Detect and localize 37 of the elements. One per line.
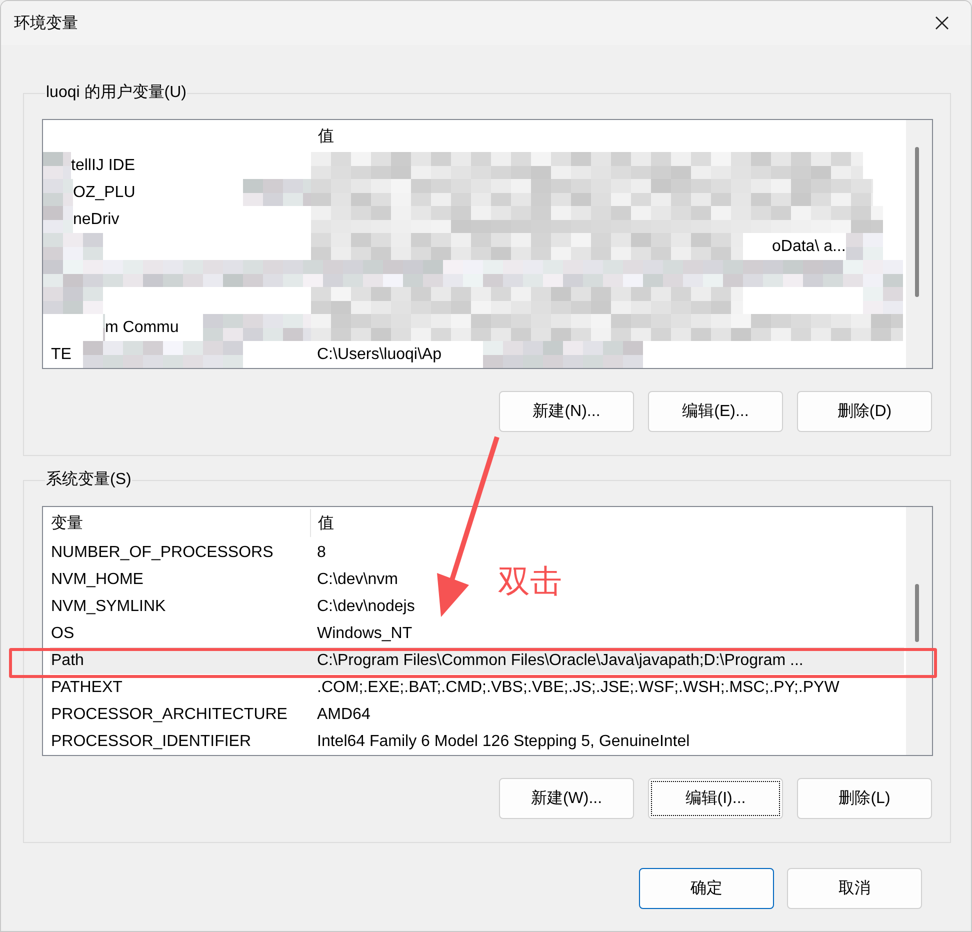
- table-cell[interactable]: PROCESSOR_IDENTIFIER: [50, 728, 310, 755]
- variable-value: oData\ a...: [772, 233, 846, 260]
- variable-name: tellIJ IDE: [71, 152, 136, 179]
- table-cell[interactable]: NUMBER_OF_PROCESSORS: [50, 539, 310, 566]
- table-cell[interactable]: PATHEXT: [50, 674, 310, 701]
- table-cell[interactable]: AMD64: [310, 701, 370, 728]
- column-header[interactable]: 变量: [51, 512, 83, 534]
- table-cell[interactable]: OS: [50, 620, 310, 647]
- group-label: luoqi 的用户变量(U): [45, 83, 188, 103]
- dialog-button[interactable]: 新建(W)...: [499, 778, 634, 819]
- group-label: 系统变量(S): [45, 470, 132, 490]
- table-cell[interactable]: Windows_NT: [310, 620, 412, 647]
- column-header[interactable]: 值: [318, 512, 334, 534]
- table-cell[interactable]: .COM;.EXE;.BAT;.CMD;.VBS;.VBE;.JS;.JSE;.WSF;.WSH;.MSC;.PY;.PYW: [310, 674, 840, 701]
- annotation-text: 双击: [498, 562, 562, 601]
- table-cell[interactable]: 8: [310, 539, 326, 566]
- table-cell[interactable]: NVM_SYMLINK: [50, 593, 310, 620]
- table-cell[interactable]: C:\dev\nodejs: [310, 593, 415, 620]
- dialog-button[interactable]: 编辑(E)...: [648, 391, 783, 432]
- dialog-button[interactable]: 删除(D): [797, 391, 932, 432]
- dialog-button[interactable]: 删除(L): [797, 778, 932, 819]
- column-header[interactable]: 值: [318, 126, 334, 146]
- table-cell[interactable]: Intel64 Family 6 Model 126 Stepping 5, GenuineIntel: [310, 728, 690, 755]
- scrollbar[interactable]: [906, 120, 932, 368]
- close-icon[interactable]: [935, 16, 949, 30]
- variable-name: m Commu: [105, 314, 179, 341]
- table-cell[interactable]: PROCESSOR_ARCHITECTURE: [50, 701, 310, 728]
- table-cell[interactable]: C:\dev\nvm: [310, 566, 398, 593]
- table-cell[interactable]: NVM_HOME: [50, 566, 310, 593]
- dialog-button[interactable]: 新建(N)...: [499, 391, 634, 432]
- dialog-button[interactable]: 取消: [787, 868, 922, 909]
- window-title: 环境变量: [14, 14, 78, 34]
- dialog-button[interactable]: 确定: [639, 868, 774, 909]
- variable-name: OZ_PLU: [73, 179, 136, 206]
- scrollbar[interactable]: [906, 507, 932, 755]
- dialog-button[interactable]: 编辑(I)...: [648, 778, 783, 819]
- variable-name: neDriv: [73, 206, 120, 233]
